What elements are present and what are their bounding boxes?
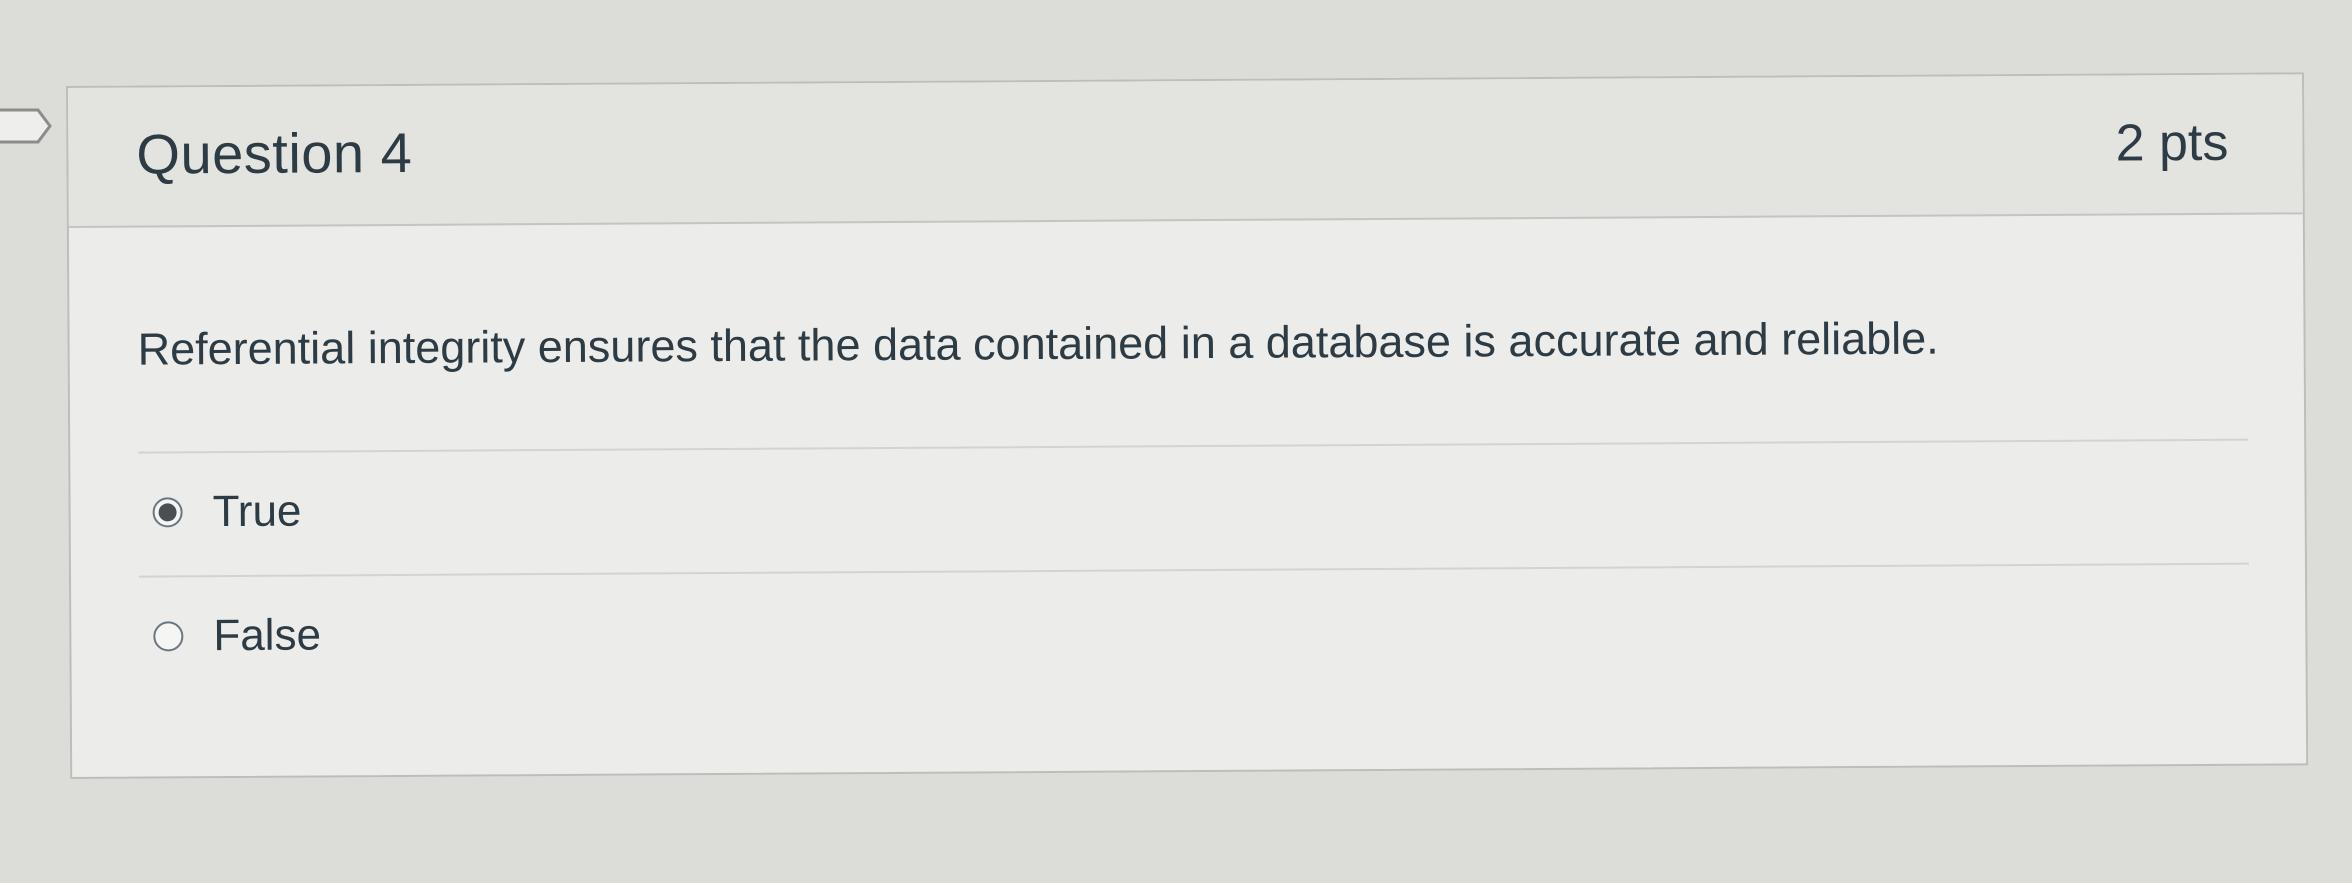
answer-label-false[interactable]: False [213,610,321,661]
question-card: Question 4 2 pts Referential integrity e… [66,72,2309,779]
question-points: 2 pts [2115,113,2229,173]
bookmark-flag-icon[interactable] [0,106,56,146]
question-title: Question 4 [136,120,413,186]
question-text: Referential integrity ensures that the d… [137,312,1939,375]
radio-button[interactable] [153,621,184,652]
question-header: Question 4 2 pts [68,74,2303,228]
answer-option-true[interactable]: True [138,438,2249,576]
answer-option-false[interactable]: False [138,562,2250,700]
answer-list: True False [138,438,2250,700]
radio-button-selected[interactable] [152,497,183,528]
answer-label-true[interactable]: True [212,487,301,538]
